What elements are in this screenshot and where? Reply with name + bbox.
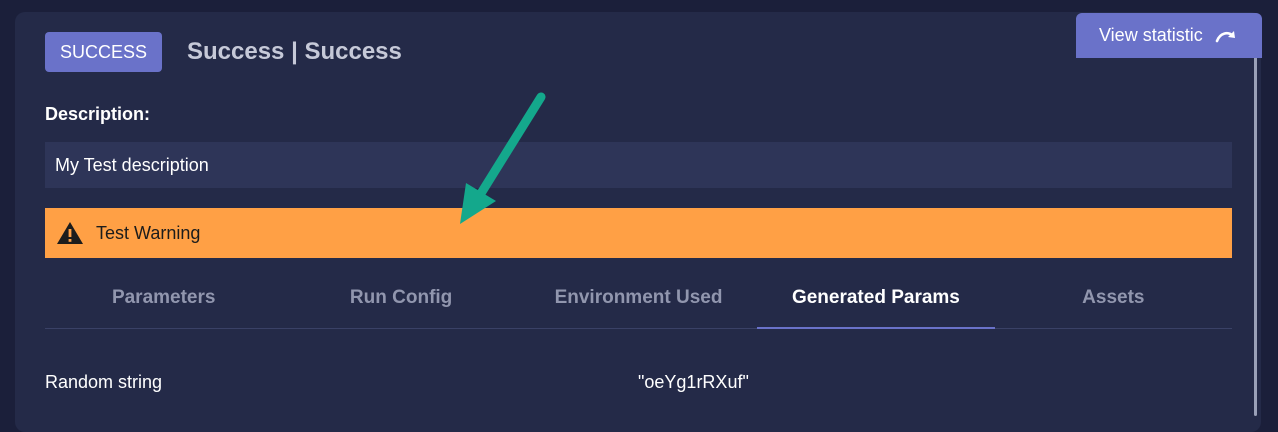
tab-environment-used[interactable]: Environment Used: [520, 270, 757, 328]
tab-generated-params[interactable]: Generated Params: [757, 270, 996, 329]
param-value: "oeYg1rRXuf": [638, 372, 749, 392]
description-label: Description:: [45, 104, 151, 124]
tab-run-config[interactable]: Run Config: [282, 270, 519, 328]
tab-assets[interactable]: Assets: [995, 270, 1232, 328]
scrollbar[interactable]: [1254, 30, 1257, 416]
details-tabs: Parameters Run Config Environment Used G…: [45, 270, 1232, 329]
tab-parameters[interactable]: Parameters: [45, 270, 282, 328]
annotation-arrow-icon: [460, 92, 546, 224]
page-title: Success | Success: [187, 38, 402, 65]
warning-triangle-icon: [56, 221, 84, 245]
status-badge: SUCCESS: [45, 32, 162, 72]
view-statistic-label: View statistic: [1099, 25, 1203, 45]
view-statistic-button[interactable]: View statistic: [1076, 13, 1262, 58]
redo-arrow-icon: [1215, 28, 1237, 44]
warning-text: Test Warning: [96, 222, 201, 243]
description-text: My Test description: [45, 142, 1232, 188]
warning-banner: Test Warning: [45, 208, 1232, 258]
param-name: Random string: [45, 372, 163, 392]
